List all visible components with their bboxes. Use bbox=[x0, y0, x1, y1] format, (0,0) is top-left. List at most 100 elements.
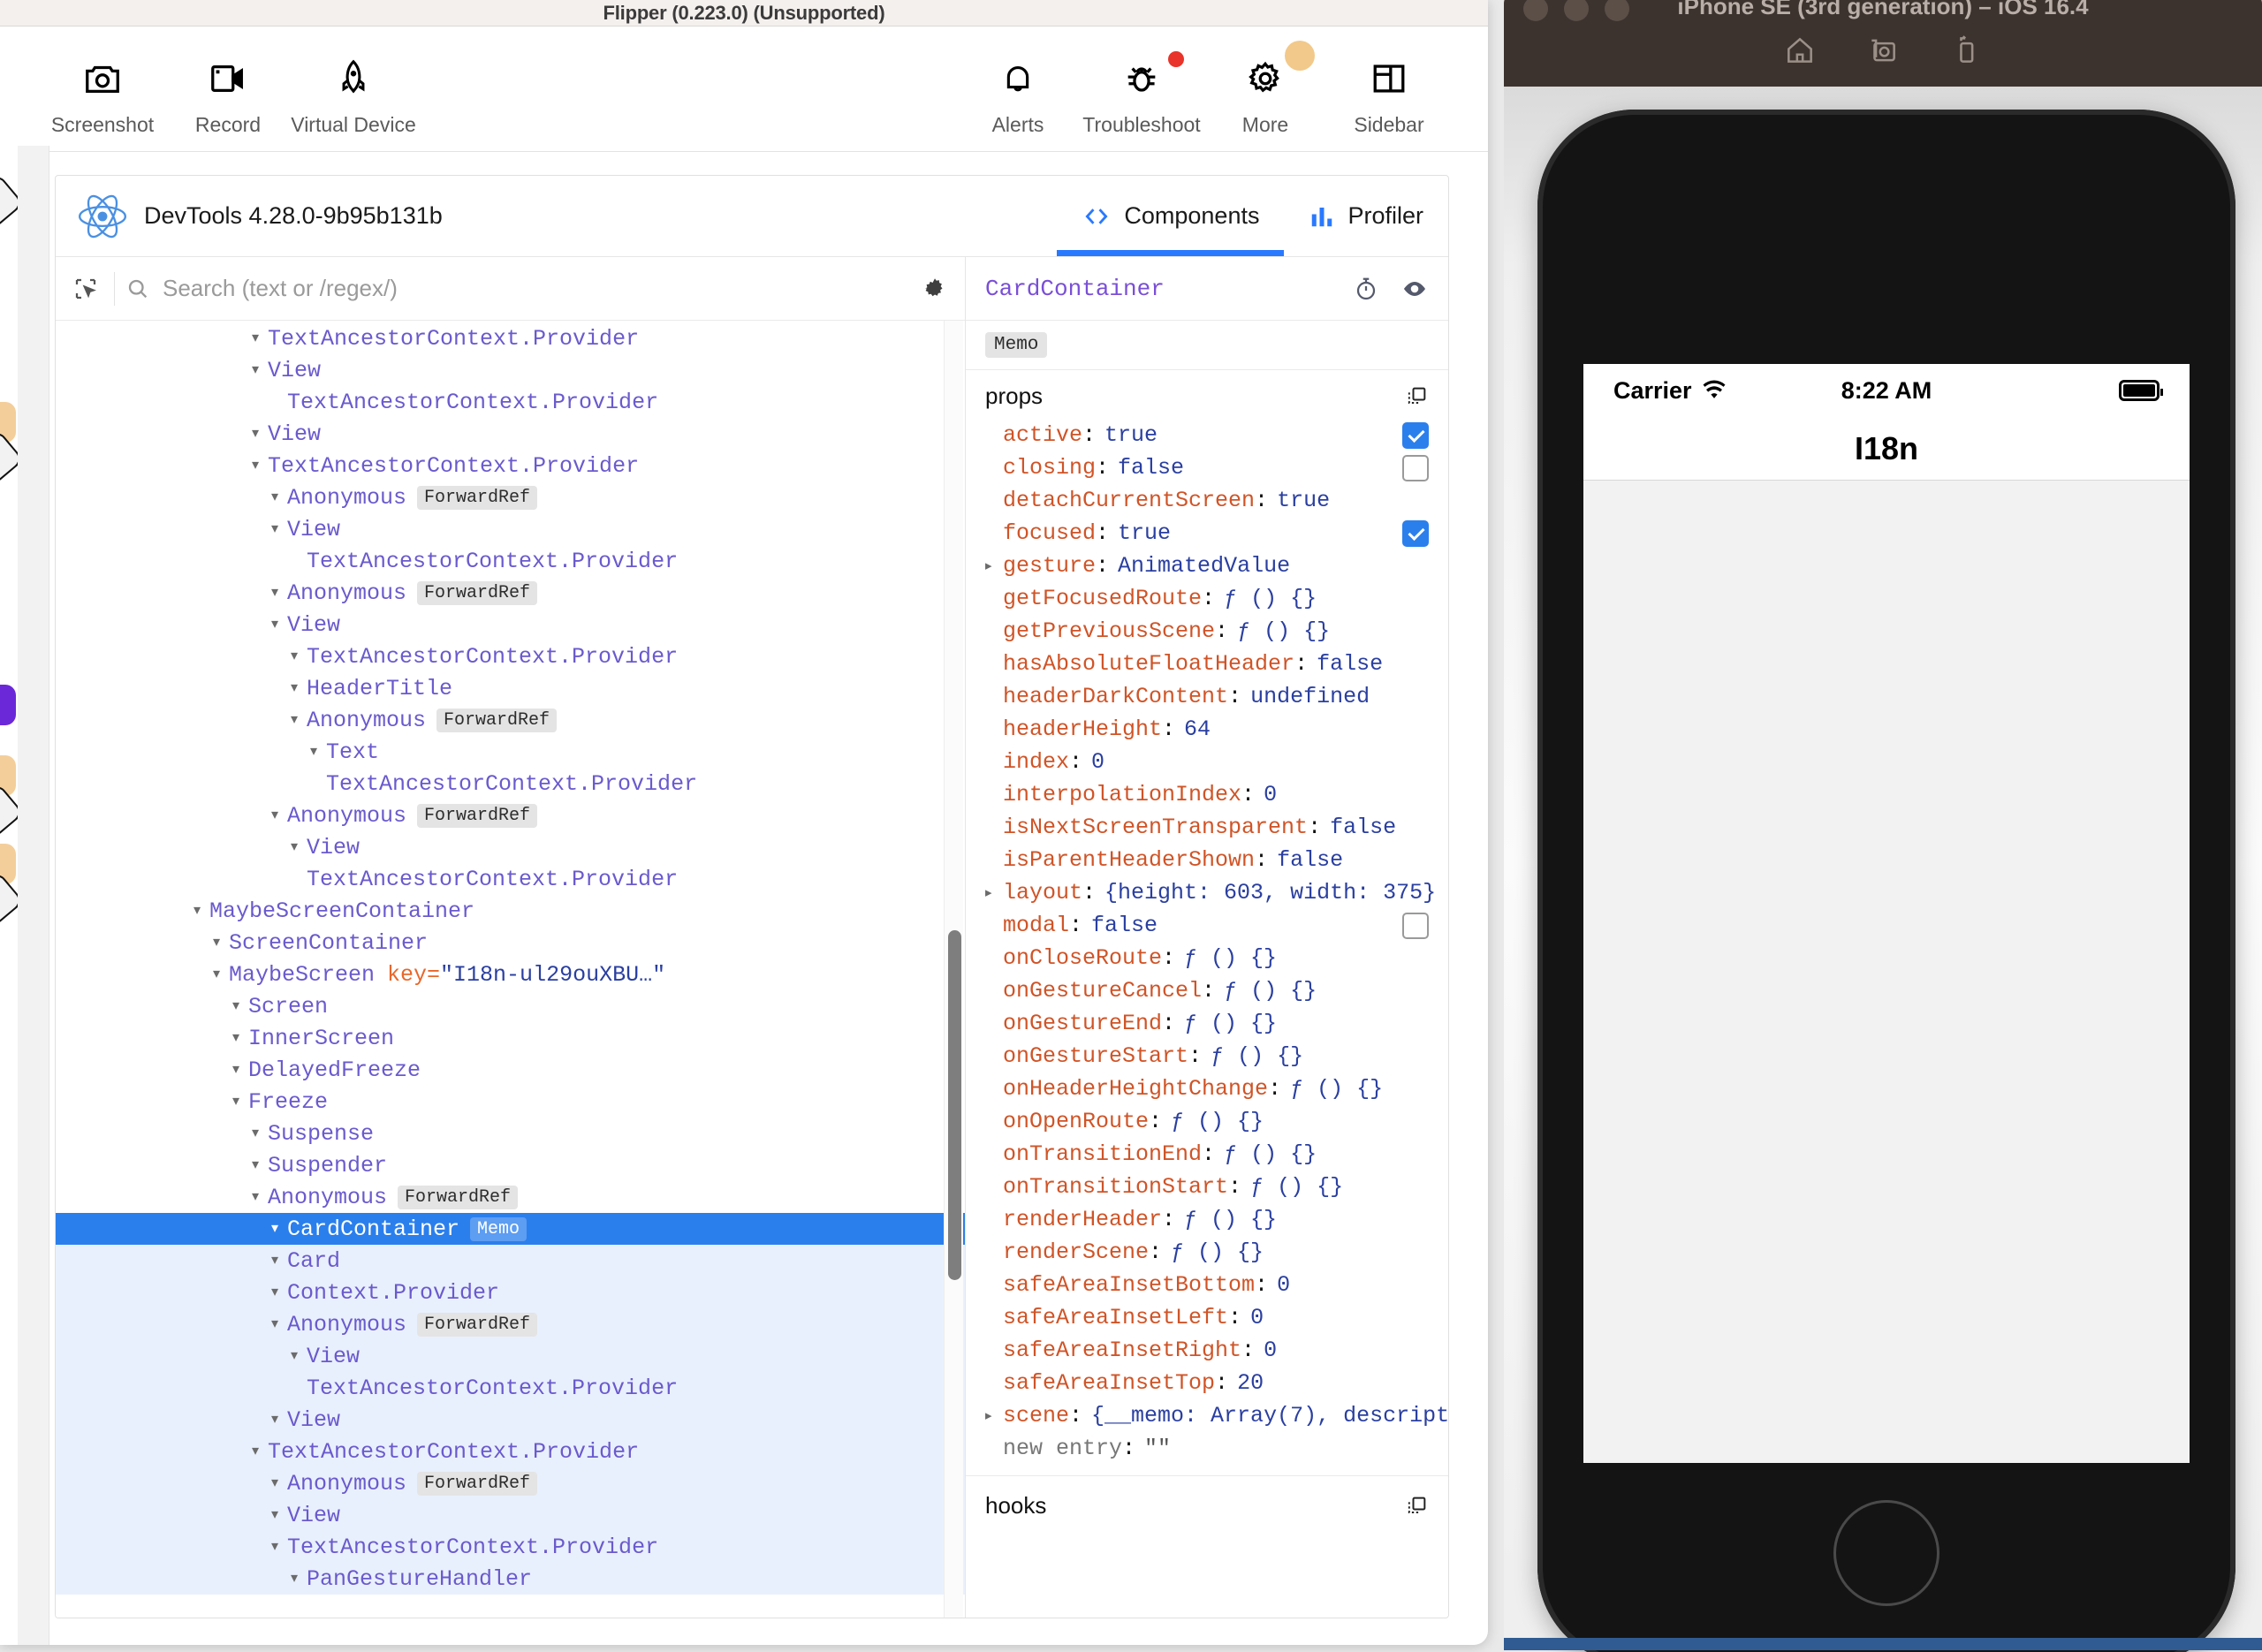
prop-value[interactable]: true bbox=[1104, 422, 1158, 448]
prop-value[interactable]: ƒ () {} bbox=[1184, 945, 1277, 971]
prop-row[interactable]: onGestureEnd:ƒ () {} bbox=[966, 1007, 1448, 1040]
prop-row[interactable]: new entry:"" bbox=[966, 1432, 1448, 1465]
tree-row[interactable]: ▾Screen bbox=[56, 990, 965, 1022]
rail-app-icon[interactable] bbox=[0, 685, 16, 725]
tree-row[interactable]: ▾View bbox=[56, 609, 965, 640]
tree-settings-gear-icon[interactable] bbox=[917, 271, 953, 307]
prop-value[interactable]: true bbox=[1118, 520, 1171, 546]
tree-row[interactable]: ▾TextAncestorContext.Provider bbox=[56, 1436, 965, 1467]
tree-row[interactable]: ▾MaybeScreenkey="I18n-ul29ouXBU…" bbox=[56, 959, 965, 990]
prop-value[interactable]: ƒ () {} bbox=[1250, 1174, 1343, 1200]
prop-row[interactable]: modal:false bbox=[966, 909, 1448, 942]
prop-value[interactable]: ƒ () {} bbox=[1224, 1141, 1317, 1167]
chevron-down-icon[interactable]: ▾ bbox=[227, 1095, 245, 1109]
prop-value[interactable]: false bbox=[1317, 651, 1383, 677]
tree-row[interactable]: ▾InnerScreen bbox=[56, 1022, 965, 1054]
prop-value[interactable]: ƒ () {} bbox=[1237, 618, 1330, 644]
prop-value[interactable]: 0 bbox=[1091, 749, 1104, 775]
tree-row[interactable]: TextAncestorContext.Provider bbox=[56, 545, 965, 577]
prop-value[interactable]: 0 bbox=[1250, 1305, 1264, 1330]
chevron-down-icon[interactable]: ▾ bbox=[247, 1444, 264, 1459]
chevron-down-icon[interactable]: ▾ bbox=[208, 967, 225, 981]
chevron-down-icon[interactable]: ▾ bbox=[266, 1508, 284, 1522]
tree-row[interactable]: ▾View bbox=[56, 418, 965, 450]
tree-row[interactable]: ▾HeaderTitle bbox=[56, 672, 965, 704]
tree-row[interactable]: ▾ScreenContainer bbox=[56, 927, 965, 959]
prop-value[interactable]: ƒ () {} bbox=[1290, 1076, 1383, 1102]
prop-row[interactable]: interpolationIndex:0 bbox=[966, 778, 1448, 811]
tree-row[interactable]: ▾View bbox=[56, 1404, 965, 1436]
chevron-down-icon[interactable]: ▾ bbox=[266, 586, 284, 600]
prop-row[interactable]: onGestureStart:ƒ () {} bbox=[966, 1040, 1448, 1072]
prop-value[interactable]: 64 bbox=[1184, 716, 1211, 742]
tree-row[interactable]: ▾AnonymousForwardRef bbox=[56, 799, 965, 831]
chevron-down-icon[interactable]: ▾ bbox=[266, 1254, 284, 1268]
iphone-screen[interactable]: Carrier 8:22 AM bbox=[1583, 364, 2190, 1463]
chevron-down-icon[interactable]: ▾ bbox=[266, 808, 284, 822]
tree-row[interactable]: ▾TextAncestorContext.Provider bbox=[56, 450, 965, 481]
tree-row[interactable]: ▾View bbox=[56, 831, 965, 863]
timer-icon[interactable] bbox=[1353, 276, 1379, 302]
tree-row[interactable]: ▾AnonymousForwardRef bbox=[56, 1467, 965, 1499]
window-traffic-lights[interactable] bbox=[1523, 0, 1629, 21]
tree-row[interactable]: ▾TextAncestorContext.Provider bbox=[56, 1531, 965, 1563]
tree-row[interactable]: ▾Card bbox=[56, 1245, 965, 1277]
prop-row[interactable]: getFocusedRoute:ƒ () {} bbox=[966, 582, 1448, 615]
tree-row[interactable]: ▾AnonymousForwardRef bbox=[56, 1308, 965, 1340]
prop-row[interactable]: safeAreaInsetLeft:0 bbox=[966, 1301, 1448, 1334]
tree-row[interactable]: ▾View bbox=[56, 354, 965, 386]
prop-value[interactable]: {__memo: Array(7), descriptor… bbox=[1091, 1403, 1449, 1428]
inspect-element-icon[interactable] bbox=[68, 271, 103, 307]
chevron-right-icon[interactable]: ▸ bbox=[985, 884, 1003, 901]
prop-value[interactable]: false bbox=[1118, 455, 1184, 481]
prop-value[interactable]: "" bbox=[1144, 1436, 1171, 1461]
prop-row[interactable]: headerDarkContent:undefined bbox=[966, 680, 1448, 713]
tree-row[interactable]: ▾Context.Provider bbox=[56, 1277, 965, 1308]
tree-row[interactable]: ▾Suspender bbox=[56, 1149, 965, 1181]
tree-row[interactable]: ▾CardContainerMemo bbox=[56, 1213, 965, 1245]
prop-row[interactable]: focused:true bbox=[966, 517, 1448, 549]
tree-scrollbar[interactable] bbox=[944, 321, 963, 1618]
chevron-down-icon[interactable]: ▾ bbox=[305, 745, 323, 759]
tree-row[interactable]: TextAncestorContext.Provider bbox=[56, 768, 965, 799]
prop-row[interactable]: onCloseRoute:ƒ () {} bbox=[966, 942, 1448, 974]
prop-value[interactable]: ƒ () {} bbox=[1224, 978, 1317, 1004]
chevron-down-icon[interactable]: ▾ bbox=[247, 331, 264, 345]
prop-row[interactable]: onGestureCancel:ƒ () {} bbox=[966, 974, 1448, 1007]
prop-value[interactable]: false bbox=[1277, 847, 1343, 873]
prop-row[interactable]: ▸layout:{height: 603, width: 375} bbox=[966, 876, 1448, 909]
chevron-down-icon[interactable]: ▾ bbox=[247, 1158, 264, 1172]
tree-row[interactable]: ▾Text bbox=[56, 736, 965, 768]
tree-row[interactable]: TextAncestorContext.Provider bbox=[56, 1372, 965, 1404]
chevron-down-icon[interactable]: ▾ bbox=[247, 1126, 264, 1140]
chevron-down-icon[interactable]: ▾ bbox=[285, 713, 303, 727]
tree-row[interactable]: ▾View bbox=[56, 513, 965, 545]
prop-value[interactable]: undefined bbox=[1250, 684, 1370, 709]
prop-row[interactable]: renderHeader:ƒ () {} bbox=[966, 1203, 1448, 1236]
chevron-right-icon[interactable]: ▸ bbox=[985, 557, 1003, 574]
prop-checkbox[interactable] bbox=[1402, 913, 1429, 939]
chevron-down-icon[interactable]: ▾ bbox=[247, 458, 264, 473]
prop-row[interactable]: headerHeight:64 bbox=[966, 713, 1448, 746]
chevron-down-icon[interactable]: ▾ bbox=[266, 1540, 284, 1554]
prop-row[interactable]: onTransitionEnd:ƒ () {} bbox=[966, 1138, 1448, 1171]
iphone-home-button[interactable] bbox=[1833, 1500, 1939, 1606]
tree-row[interactable]: ▾DelayedFreeze bbox=[56, 1054, 965, 1086]
virtual-device-button[interactable]: Virtual Device bbox=[295, 48, 412, 137]
prop-value[interactable]: ƒ () {} bbox=[1184, 1011, 1277, 1036]
prop-row[interactable]: onOpenRoute:ƒ () {} bbox=[966, 1105, 1448, 1138]
chevron-down-icon[interactable]: ▾ bbox=[247, 363, 264, 377]
eye-icon[interactable] bbox=[1400, 275, 1429, 303]
prop-row[interactable]: isParentHeaderShown:false bbox=[966, 844, 1448, 876]
copy-to-clipboard-icon[interactable] bbox=[1404, 384, 1429, 409]
tree-scrollbar-thumb[interactable] bbox=[948, 930, 961, 1280]
prop-row[interactable]: safeAreaInsetBottom:0 bbox=[966, 1269, 1448, 1301]
tree-row[interactable]: ▾AnonymousForwardRef bbox=[56, 1181, 965, 1213]
search-input[interactable] bbox=[163, 275, 907, 302]
prop-row[interactable]: hasAbsoluteFloatHeader:false bbox=[966, 648, 1448, 680]
prop-row[interactable]: onTransitionStart:ƒ () {} bbox=[966, 1171, 1448, 1203]
prop-row[interactable]: index:0 bbox=[966, 746, 1448, 778]
tree-row[interactable]: ▾Freeze bbox=[56, 1086, 965, 1118]
prop-checkbox[interactable] bbox=[1402, 455, 1429, 481]
prop-value[interactable]: {height: 603, width: 375} bbox=[1104, 880, 1436, 906]
